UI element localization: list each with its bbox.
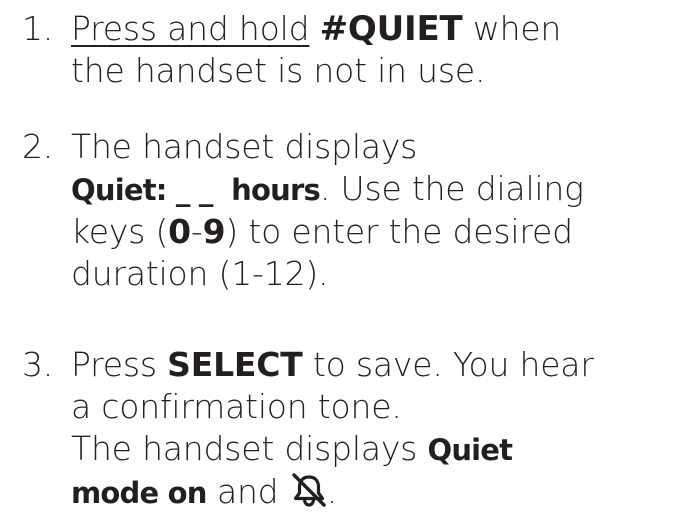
- step-line: Quiet: _ _ hours. Use the dialing: [71, 168, 667, 211]
- step-line: The handset displays: [71, 127, 418, 166]
- underlined-phrase: Press and hold: [71, 9, 310, 48]
- step-line: keys (0-9) to enter the desired: [71, 211, 667, 253]
- step-text: The handset displays: [71, 429, 418, 468]
- key-name: #QUIET: [319, 9, 463, 49]
- key-name: 0: [168, 212, 191, 251]
- step-line: Press and hold #QUIET when: [71, 8, 667, 50]
- step-line: a confirmation tone.: [71, 387, 402, 426]
- step-text: ) to enter the desired: [225, 212, 573, 251]
- step-text: and: [216, 472, 279, 511]
- step-line: mode on and .: [71, 471, 667, 514]
- step-line: The handset displays Quiet: [71, 428, 667, 471]
- step-text: when: [472, 9, 562, 48]
- display-text: Quiet: _ _ hours: [71, 173, 321, 207]
- step-text: . Use the dialing: [319, 169, 584, 208]
- step-text: Press: [71, 345, 157, 384]
- step-body: The handset displays Quiet: _ _ hours. U…: [71, 126, 667, 295]
- step-number: 2.: [22, 127, 54, 166]
- step-body: Press SELECT to save. You hear a confirm…: [71, 344, 667, 514]
- step-number: 3.: [22, 345, 54, 384]
- step-text: keys (: [71, 212, 169, 251]
- step-body: Press and hold #QUIET when the handset i…: [71, 8, 667, 92]
- step-line: duration (1-12).: [71, 254, 329, 293]
- step-3: 3. Press SELECT to save. You hear a conf…: [22, 344, 667, 514]
- step-line: Press SELECT to save. You hear: [71, 344, 667, 386]
- step-text: .: [326, 472, 338, 511]
- display-text: Quiet: [427, 433, 513, 467]
- step-2: 2. The handset displays Quiet: _ _ hours…: [22, 126, 667, 295]
- key-name: 9: [202, 212, 226, 251]
- bell-off-icon: [291, 473, 327, 507]
- display-text: mode on: [71, 476, 207, 510]
- step-text: -: [190, 212, 203, 251]
- step-line: the handset is not in use.: [71, 51, 486, 90]
- step-number: 1.: [22, 9, 54, 48]
- step-text: to save. You hear: [312, 345, 594, 384]
- step-1: 1. Press and hold #QUIET when the handse…: [22, 8, 667, 92]
- key-name: SELECT: [167, 345, 303, 384]
